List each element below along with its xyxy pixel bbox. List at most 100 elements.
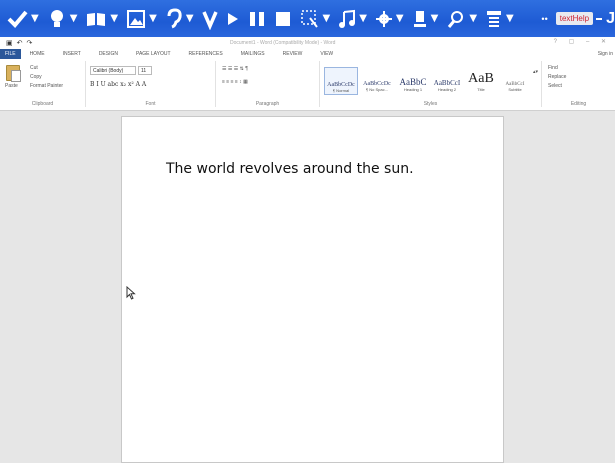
undo-icon[interactable]: ↶ bbox=[17, 39, 23, 47]
v-letter-icon bbox=[201, 10, 218, 30]
mouse-pointer-icon bbox=[126, 286, 136, 300]
toolbar-grip[interactable]: •• bbox=[541, 14, 547, 24]
tab-mailings[interactable]: MAILINGS bbox=[232, 49, 274, 59]
ear-icon bbox=[167, 7, 182, 28]
user-badge[interactable]: textHelp bbox=[555, 12, 594, 25]
quick-access-toolbar: ▣ ↶ ↷ bbox=[6, 39, 32, 47]
paragraph-group-label: Paragraph bbox=[255, 101, 280, 107]
vocabulary-button[interactable]: ▼ bbox=[485, 0, 514, 37]
paste-label[interactable]: Paste bbox=[5, 83, 18, 89]
music-caret[interactable]: ▼ bbox=[359, 13, 367, 24]
copy-button[interactable]: Copy bbox=[30, 74, 42, 80]
stop-icon bbox=[275, 11, 290, 26]
flask-caret[interactable]: ▼ bbox=[431, 13, 439, 24]
ear-caret[interactable]: ▼ bbox=[186, 13, 194, 24]
window-controls[interactable]: ? ▢ – ✕ bbox=[554, 38, 611, 45]
play-icon bbox=[227, 12, 238, 25]
bulb-icon bbox=[50, 9, 63, 27]
save-icon[interactable]: ▣ bbox=[6, 39, 13, 47]
styles-scroll-icon[interactable]: ▴▾ bbox=[533, 69, 538, 75]
title-bar: ▣ ↶ ↷ Document1 - Word (Compatibility Mo… bbox=[0, 37, 615, 49]
flask-icon bbox=[413, 10, 426, 27]
research-button[interactable]: ▼ bbox=[446, 0, 477, 37]
puzzle-caret[interactable]: ▼ bbox=[469, 13, 477, 24]
puzzle-icon bbox=[448, 10, 464, 28]
redo-icon[interactable]: ↷ bbox=[27, 39, 33, 47]
style-heading-1-preview: AaBbC bbox=[399, 77, 427, 87]
font-size-box[interactable]: 11 bbox=[138, 66, 152, 75]
dictionary-button[interactable]: ▼ bbox=[85, 0, 118, 37]
toolbar-letter-j[interactable]: J bbox=[606, 10, 615, 28]
document-text[interactable]: The world revolves around the sun. bbox=[166, 161, 414, 177]
styles-group-label: Styles bbox=[423, 101, 438, 107]
sign-in-link[interactable]: Sign in bbox=[598, 49, 613, 59]
check-spelling-button[interactable]: ▼ bbox=[6, 0, 39, 37]
select-button[interactable]: Select bbox=[548, 83, 562, 89]
style-normal-name: ¶ Normal bbox=[332, 88, 350, 93]
study-skills-button[interactable]: ▼ bbox=[412, 0, 439, 37]
book-icon bbox=[87, 12, 106, 26]
document-page[interactable]: The world revolves around the sun. bbox=[121, 116, 504, 463]
play-button[interactable] bbox=[226, 0, 240, 37]
bulb-caret[interactable]: ▼ bbox=[70, 13, 78, 24]
tab-view[interactable]: VIEW bbox=[311, 49, 342, 59]
replace-button[interactable]: Replace bbox=[548, 74, 566, 80]
ribbon: Paste Cut Copy Format Painter Clipboard … bbox=[0, 59, 615, 111]
clipboard-group: Paste Cut Copy Format Painter Clipboard bbox=[0, 61, 86, 107]
tab-references[interactable]: REFERENCES bbox=[180, 49, 232, 59]
tab-page-layout[interactable]: PAGE LAYOUT bbox=[127, 49, 180, 59]
align-icon[interactable]: ≡ ≡ ≡ ≡ ↕ ▦ bbox=[222, 79, 248, 85]
font-group-label: Font bbox=[145, 101, 156, 107]
find-button[interactable]: Find bbox=[548, 65, 558, 71]
image-caret[interactable]: ▼ bbox=[149, 13, 157, 24]
screenshot-reader-button[interactable]: ▼ bbox=[300, 0, 331, 37]
font-group: Calibri (Body) 11 B I U abc x₂ x² A A Fo… bbox=[86, 61, 216, 107]
style-no-spacing-name: ¶ No Spac... bbox=[366, 87, 388, 92]
tab-home[interactable]: HOME bbox=[21, 49, 54, 59]
style-heading-2-name: Heading 2 bbox=[437, 87, 457, 92]
paragraph-group: ☰ ☰ ☰ ⇅ ¶ ≡ ≡ ≡ ≡ ↕ ▦ Paragraph bbox=[216, 61, 320, 107]
font-format-row[interactable]: B I U abc x₂ x² A A bbox=[90, 81, 146, 88]
selection-icon bbox=[300, 9, 318, 28]
format-painter-button[interactable]: Format Painter bbox=[30, 83, 63, 89]
clipboard-group-label: Clipboard bbox=[31, 101, 54, 107]
audio-maker-button[interactable]: ▼ bbox=[338, 0, 367, 37]
tab-design[interactable]: DESIGN bbox=[90, 49, 127, 59]
bullets-icon[interactable]: ☰ ☰ ☰ ⇅ ¶ bbox=[222, 66, 248, 72]
pause-button[interactable] bbox=[248, 0, 266, 37]
hanger-caret[interactable]: ▼ bbox=[506, 13, 514, 24]
book-caret[interactable]: ▼ bbox=[110, 13, 118, 24]
tab-review[interactable]: REVIEW bbox=[274, 49, 312, 59]
style-title[interactable]: AaB Title bbox=[464, 67, 498, 95]
checkmark-caret[interactable]: ▼ bbox=[31, 13, 39, 24]
stop-button[interactable] bbox=[274, 0, 292, 37]
settings-button[interactable]: ▼ bbox=[375, 0, 404, 37]
sounds-like-button[interactable]: ▼ bbox=[165, 0, 194, 37]
minimize-toolbar-icon[interactable] bbox=[596, 17, 603, 20]
style-subtitle[interactable]: AaBbCcI Subtitle bbox=[498, 67, 532, 95]
checkmark-icon bbox=[7, 10, 28, 28]
style-title-name: Title bbox=[477, 87, 485, 92]
style-no-spacing[interactable]: AaBbCcDc ¶ No Spac... bbox=[360, 67, 394, 95]
gear-icon bbox=[375, 10, 392, 27]
font-name-box[interactable]: Calibri (Body) bbox=[90, 66, 136, 75]
document-canvas[interactable]: The world revolves around the sun. bbox=[0, 111, 615, 463]
cut-button[interactable]: Cut bbox=[30, 65, 38, 71]
editing-group-label: Editing bbox=[570, 101, 587, 107]
tab-file[interactable]: FILE bbox=[0, 49, 21, 59]
style-heading-2[interactable]: AaBbCcI Heading 2 bbox=[430, 67, 464, 95]
style-normal[interactable]: AaBbCcDc ¶ Normal bbox=[324, 67, 358, 95]
assistive-toolbar: ▼ ▼ ▼ ▼ ▼ ▼ ▼ ▼ ▼ ▼ ▼ •• textHelp J bbox=[0, 0, 615, 37]
styles-group: AaBbCcDc ¶ Normal AaBbCcDc ¶ No Spac... … bbox=[320, 61, 542, 107]
gear-caret[interactable]: ▼ bbox=[396, 13, 404, 24]
style-heading-2-preview: AaBbCcI bbox=[433, 79, 461, 87]
style-heading-1[interactable]: AaBbC Heading 1 bbox=[396, 67, 430, 95]
verb-checker-button[interactable] bbox=[201, 0, 218, 37]
word-prediction-button[interactable]: ▼ bbox=[47, 0, 78, 37]
selection-caret[interactable]: ▼ bbox=[323, 13, 331, 24]
tab-insert[interactable]: INSERT bbox=[54, 49, 90, 59]
picture-dictionary-button[interactable]: ▼ bbox=[126, 0, 157, 37]
style-heading-1-name: Heading 1 bbox=[403, 87, 423, 92]
paste-icon[interactable] bbox=[6, 65, 21, 82]
editing-group: Find Replace Select Editing bbox=[542, 61, 615, 107]
